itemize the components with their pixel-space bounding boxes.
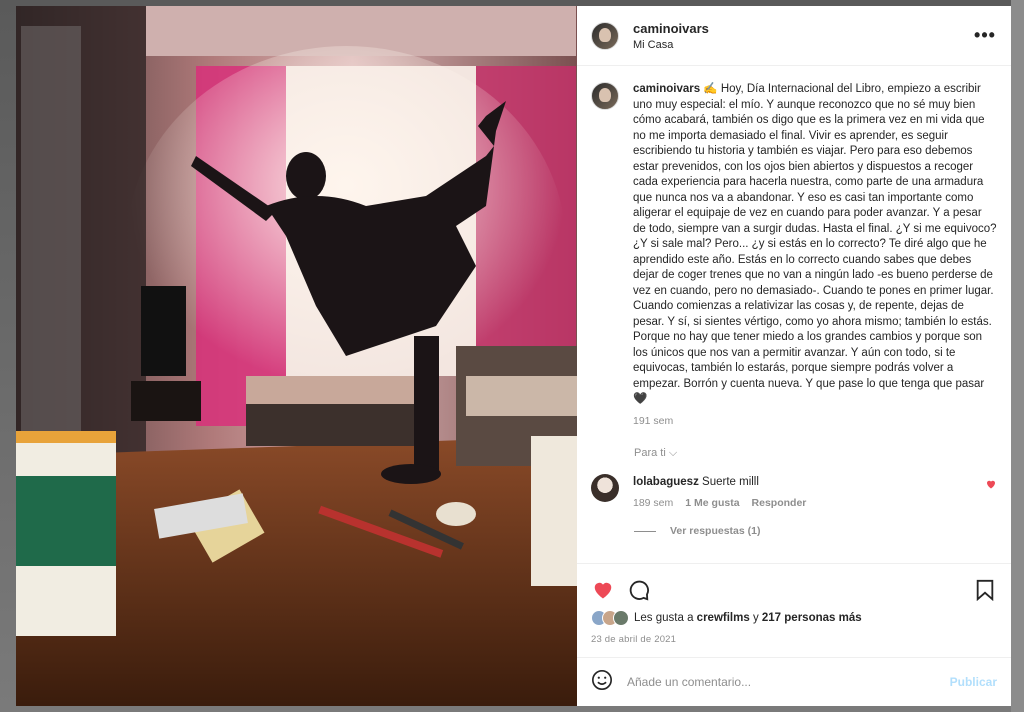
- caption-text: ✍️ Hoy, Día Internacional del Libro, emp…: [633, 83, 997, 405]
- for-you-toggle[interactable]: Para ti ⌵: [634, 447, 997, 460]
- author-info: caminoivars Mi Casa: [633, 21, 973, 51]
- likes-prefix: Les gusta a: [634, 612, 694, 624]
- author-avatar[interactable]: [591, 21, 619, 50]
- add-comment-bar: Publicar: [577, 657, 1011, 706]
- commenter-username[interactable]: lolabaguesz: [633, 476, 699, 488]
- more-icon[interactable]: •••: [973, 24, 997, 48]
- comment-input[interactable]: [625, 674, 950, 690]
- background-strip: [1011, 0, 1024, 712]
- likes-others[interactable]: 217 personas más: [762, 612, 862, 624]
- caption-username[interactable]: caminoivars: [633, 83, 700, 95]
- comment-time[interactable]: 189 sem: [633, 495, 673, 511]
- likes-middle: y: [752, 612, 759, 624]
- likes-summary: Les gusta a crewfilms y 217 personas más: [591, 610, 997, 626]
- comment-body: lolabaguesz Suerte milll 189 sem 1 Me gu…: [633, 474, 985, 511]
- publish-button[interactable]: Publicar: [950, 675, 997, 689]
- comment-meta: 189 sem 1 Me gusta Responder: [633, 495, 985, 511]
- post-caption: caminoivars ✍️ Hoy, Día Internacional de…: [591, 82, 997, 429]
- post-panel: caminoivars Mi Casa ••• caminoivars ✍️ H…: [577, 6, 1011, 706]
- heart-icon[interactable]: [591, 578, 615, 602]
- commenter-avatar[interactable]: [591, 474, 619, 502]
- comments-section[interactable]: caminoivars ✍️ Hoy, Día Internacional de…: [577, 66, 1011, 563]
- bookmark-icon[interactable]: [973, 578, 997, 602]
- emoji-icon[interactable]: [591, 669, 613, 696]
- likes-text: Les gusta a crewfilms y 217 personas más: [634, 612, 862, 624]
- liker-avatar: [613, 610, 629, 626]
- replies-divider: [634, 530, 656, 532]
- photo-illustration: [16, 6, 577, 706]
- view-replies-button[interactable]: Ver respuestas (1): [634, 525, 997, 537]
- likes-user[interactable]: crewfilms: [697, 612, 750, 624]
- caption-body: caminoivars ✍️ Hoy, Día Internacional de…: [633, 82, 997, 429]
- comment-likes[interactable]: 1 Me gusta: [685, 495, 739, 511]
- comment-text: Suerte milll: [702, 476, 759, 488]
- view-replies-label: Ver respuestas (1): [670, 525, 761, 537]
- post-location[interactable]: Mi Casa: [633, 39, 973, 51]
- action-icons: [591, 572, 997, 608]
- caption-time[interactable]: 191 sem: [633, 414, 997, 430]
- comment-icon[interactable]: [627, 578, 651, 602]
- comment-item: lolabaguesz Suerte milll 189 sem 1 Me gu…: [591, 474, 997, 511]
- post-header: caminoivars Mi Casa •••: [577, 6, 1011, 66]
- reply-button[interactable]: Responder: [752, 495, 807, 511]
- post-photo[interactable]: [16, 6, 577, 706]
- post-actions: Les gusta a crewfilms y 217 personas más…: [577, 563, 1011, 645]
- small-heart-icon[interactable]: [985, 478, 997, 511]
- author-username[interactable]: caminoivars: [633, 21, 973, 36]
- post-date[interactable]: 23 de abril de 2021: [591, 634, 997, 645]
- caption-avatar[interactable]: [591, 82, 619, 110]
